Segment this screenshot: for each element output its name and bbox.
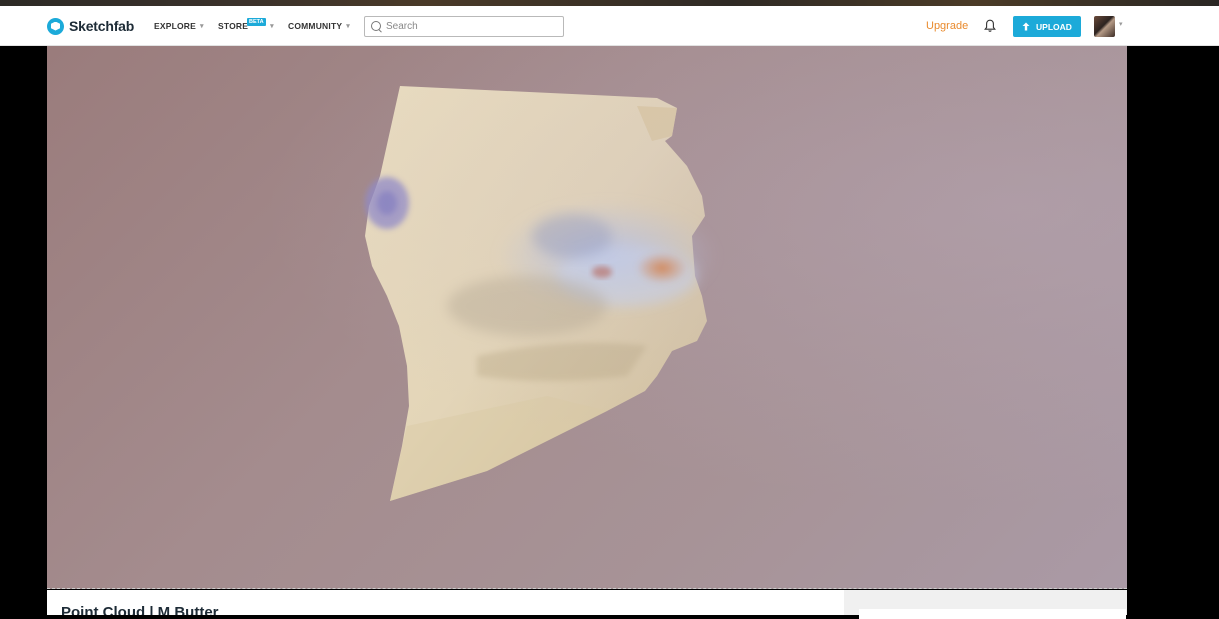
upload-label: UPLOAD — [1036, 21, 1072, 32]
model-viewer-3d[interactable] — [47, 46, 1127, 589]
sketchfab-logo-icon — [47, 17, 64, 35]
viewer-divider — [47, 588, 1127, 589]
avatar[interactable] — [1094, 16, 1115, 37]
nav-explore[interactable]: EXPLORE ▾ — [154, 6, 204, 46]
upload-button[interactable]: UPLOAD — [1013, 16, 1081, 37]
nav-community-label: COMMUNITY — [288, 21, 343, 31]
model-info-panel: Point Cloud | M Butter — [47, 590, 844, 615]
search-icon — [371, 20, 383, 33]
nav-community[interactable]: COMMUNITY ▾ — [288, 6, 350, 46]
arrow-up-icon — [1022, 22, 1030, 31]
search-box[interactable] — [364, 16, 564, 37]
chevron-down-icon: ▾ — [346, 23, 350, 30]
logo-text: Sketchfab — [69, 18, 135, 34]
chevron-down-icon: ▾ — [270, 23, 274, 30]
chevron-down-icon[interactable]: ▾ — [1119, 20, 1123, 28]
beta-badge: BETA — [247, 18, 266, 26]
chevron-down-icon: ▾ — [200, 23, 204, 30]
search-input[interactable] — [386, 21, 556, 32]
upgrade-link[interactable]: Upgrade — [926, 20, 968, 32]
sidebar-card — [859, 609, 1126, 619]
nav-explore-label: EXPLORE — [154, 21, 197, 31]
sketchfab-logo[interactable]: Sketchfab — [47, 17, 134, 35]
top-navbar: Sketchfab EXPLORE ▾ STORE ▾ BETA COMMUNI… — [0, 6, 1219, 46]
3d-model-mesh — [365, 86, 717, 501]
nav-store[interactable]: STORE ▾ — [218, 6, 274, 46]
model-title: Point Cloud | M Butter — [61, 604, 219, 615]
nav-store-label: STORE — [218, 21, 249, 31]
bell-icon[interactable] — [984, 19, 996, 33]
